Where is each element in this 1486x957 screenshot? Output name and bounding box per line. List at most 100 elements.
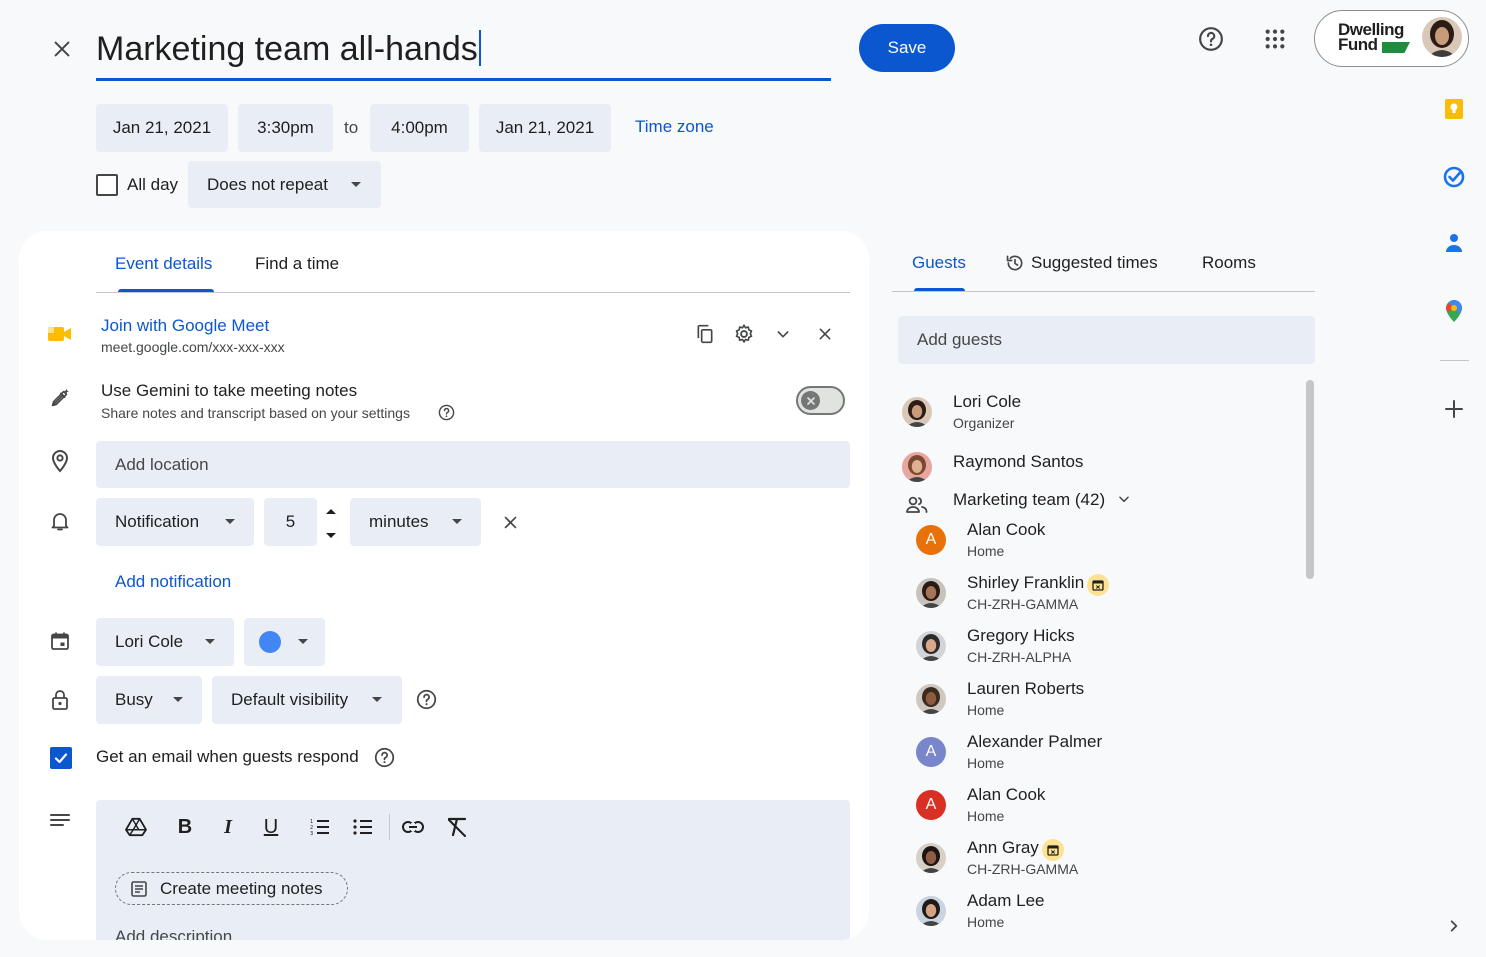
- drive-icon[interactable]: [121, 812, 151, 842]
- clear-format-icon[interactable]: [442, 812, 472, 842]
- bulleted-list-icon[interactable]: [348, 812, 378, 842]
- visibility-help-button[interactable]: [415, 688, 437, 710]
- google-meet-icon: [46, 320, 74, 348]
- contacts-icon[interactable]: [1442, 231, 1466, 255]
- join-meet-link[interactable]: Join with Google Meet: [101, 316, 269, 336]
- guest-row[interactable]: Ann Gray CH-ZRH-GAMMA: [900, 838, 1305, 889]
- create-meeting-notes-button[interactable]: Create meeting notes: [115, 872, 348, 905]
- guest-name: Ann Gray: [967, 838, 1039, 857]
- copy-button[interactable]: [691, 320, 719, 348]
- avatar: [916, 843, 946, 873]
- guest-subtitle: CH-ZRH-GAMMA: [967, 861, 1079, 877]
- save-button[interactable]: Save: [859, 24, 955, 72]
- location-input[interactable]: Add location: [96, 441, 850, 488]
- create-notes-label: Create meeting notes: [160, 878, 323, 898]
- close-icon: [819, 328, 831, 340]
- guest-row[interactable]: A Alexander Palmer Home: [900, 732, 1305, 783]
- guest-name: Gregory Hicks: [967, 626, 1075, 645]
- tasks-icon[interactable]: [1442, 165, 1466, 189]
- add-notification-link[interactable]: Add notification: [115, 572, 231, 592]
- plus-icon: [1445, 400, 1463, 418]
- visibility-select[interactable]: Default visibility: [212, 676, 402, 724]
- guest-row[interactable]: Gregory Hicks CH-ZRH-ALPHA: [900, 626, 1305, 677]
- guest-row[interactable]: A Alan Cook Home: [900, 785, 1305, 836]
- step-up-icon[interactable]: [326, 509, 336, 514]
- italic-icon[interactable]: I: [213, 812, 243, 842]
- tab-event-details[interactable]: Event details: [115, 254, 212, 274]
- guest-name: Lauren Roberts: [967, 679, 1085, 698]
- tab-rooms[interactable]: Rooms: [1202, 253, 1256, 273]
- guest-row[interactable]: Adam Lee Home: [900, 891, 1305, 942]
- remove-meet-button[interactable]: [811, 320, 839, 348]
- tab-guests[interactable]: Guests: [912, 253, 966, 273]
- guest-row[interactable]: Lauren Roberts Home: [900, 679, 1305, 730]
- apps-button[interactable]: [1254, 18, 1296, 60]
- calendar-owner-select[interactable]: Lori Cole: [96, 618, 234, 666]
- underline-icon[interactable]: U: [256, 812, 286, 842]
- tab-find-a-time[interactable]: Find a time: [255, 254, 339, 274]
- avatar: [916, 896, 946, 926]
- avatar: A: [916, 790, 946, 820]
- repeat-select[interactable]: Does not repeat: [188, 161, 381, 208]
- close-icon: [504, 516, 516, 528]
- timezone-link[interactable]: Time zone: [635, 117, 714, 137]
- notification-stepper[interactable]: [323, 503, 339, 543]
- guest-subtitle: Home: [967, 755, 1005, 771]
- notification-unit-value: minutes: [369, 512, 429, 531]
- guest-name: Adam Lee: [967, 891, 1045, 910]
- guest-row[interactable]: Shirley Franklin CH-ZRH-GAMMA: [900, 573, 1305, 624]
- gemini-help-button[interactable]: [437, 403, 455, 421]
- color-swatch: [259, 631, 281, 653]
- numbered-list-icon[interactable]: 123: [305, 812, 335, 842]
- notification-unit-select[interactable]: minutes: [350, 498, 481, 546]
- account-avatar[interactable]: [1422, 17, 1462, 57]
- add-guests-input[interactable]: Add guests: [898, 316, 1315, 364]
- email-responses-checkbox[interactable]: [50, 747, 72, 769]
- start-date-picker[interactable]: Jan 21, 2021: [96, 104, 228, 152]
- description-icon: [46, 807, 74, 835]
- all-day-checkbox[interactable]: [96, 174, 118, 196]
- notification-value-input[interactable]: 5: [264, 498, 317, 546]
- title-input[interactable]: Marketing team all-hands: [96, 22, 831, 76]
- availability-select[interactable]: Busy: [96, 676, 202, 724]
- lock-icon: [46, 686, 74, 714]
- chevron-down-icon[interactable]: [1117, 492, 1131, 506]
- tab-suggested-times[interactable]: Suggested times: [1005, 253, 1158, 273]
- link-icon[interactable]: [398, 812, 428, 842]
- end-date-picker[interactable]: Jan 21, 2021: [479, 104, 611, 152]
- help-icon: [1199, 27, 1223, 51]
- title-field[interactable]: Marketing team all-hands: [96, 22, 831, 81]
- tab-divider: [892, 291, 1315, 292]
- notification-type-select[interactable]: Notification: [96, 498, 254, 546]
- visibility-value: Default visibility: [231, 690, 349, 709]
- expand-panel-button[interactable]: [1440, 912, 1468, 940]
- account-switcher[interactable]: Dwelling Fund: [1314, 10, 1469, 67]
- description-editor[interactable]: B I U 123 Create meeting notes Add descr…: [96, 800, 850, 940]
- keep-icon[interactable]: [1442, 97, 1466, 121]
- end-time-picker[interactable]: 4:00pm: [370, 104, 469, 152]
- close-button[interactable]: [40, 27, 84, 71]
- remove-notification-button[interactable]: [496, 508, 524, 536]
- guest-subtitle: Home: [967, 808, 1005, 824]
- meet-expand-button[interactable]: [769, 320, 797, 348]
- start-time-picker[interactable]: 3:30pm: [238, 104, 333, 152]
- add-addon-button[interactable]: [1440, 395, 1468, 423]
- meet-settings-button[interactable]: [730, 320, 758, 348]
- gemini-notes-toggle[interactable]: [796, 386, 845, 415]
- guest-subtitle: Home: [967, 543, 1005, 559]
- event-color-select[interactable]: [244, 618, 325, 666]
- guest-row[interactable]: Lori Cole Organizer: [900, 392, 1305, 443]
- caret-down-icon: [372, 697, 382, 702]
- bold-icon[interactable]: B: [170, 812, 200, 842]
- help-button[interactable]: [1190, 18, 1232, 60]
- guest-row[interactable]: A Alan Cook Home: [900, 520, 1305, 571]
- caret-down-icon: [452, 519, 462, 524]
- meet-url: meet.google.com/xxx-xxx-xxx: [101, 339, 285, 355]
- email-help-button[interactable]: [373, 746, 395, 768]
- description-placeholder[interactable]: Add description: [115, 927, 232, 940]
- maps-icon[interactable]: [1442, 299, 1466, 323]
- step-down-icon[interactable]: [326, 533, 336, 538]
- guest-list-scrollbar[interactable]: [1306, 380, 1314, 579]
- availability-value: Busy: [115, 690, 153, 709]
- avatar: [902, 397, 932, 427]
